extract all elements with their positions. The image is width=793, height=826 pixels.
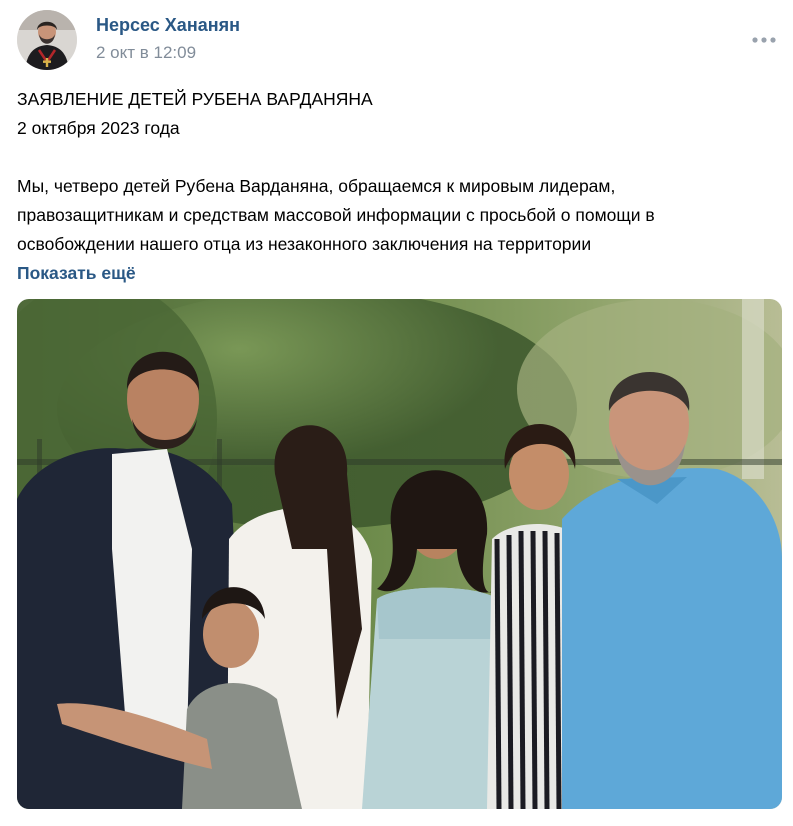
more-horizontal-icon [752,37,776,43]
post-date-line: 2 октября 2023 года [17,118,180,138]
post-text: ЗАЯВЛЕНИЕ ДЕТЕЙ РУБЕНА ВАРДАНЯНА 2 октяб… [17,85,777,288]
post-date[interactable]: 2 окт в 12:09 [96,43,196,63]
post-title-line: ЗАЯВЛЕНИЕ ДЕТЕЙ РУБЕНА ВАРДАНЯНА [17,89,373,109]
author-avatar[interactable] [17,10,77,70]
post-photo[interactable] [17,299,782,809]
more-options-button[interactable] [748,26,780,54]
paragraph-line: Мы, четверо детей Рубена Варданяна, обра… [17,176,616,196]
show-more-link[interactable]: Показать ещё [17,259,136,288]
paragraph-line: освобождении нашего отца из незаконного … [17,234,592,254]
wall-post: Нерсес Хананян 2 окт в 12:09 ЗАЯВЛЕНИЕ Д… [0,0,793,826]
author-name-link[interactable]: Нерсес Хананян [96,15,240,36]
paragraph-line: правозащитникам и средствам массовой инф… [17,205,655,225]
family-photo-image [17,299,782,809]
priest-portrait-icon [17,10,77,70]
